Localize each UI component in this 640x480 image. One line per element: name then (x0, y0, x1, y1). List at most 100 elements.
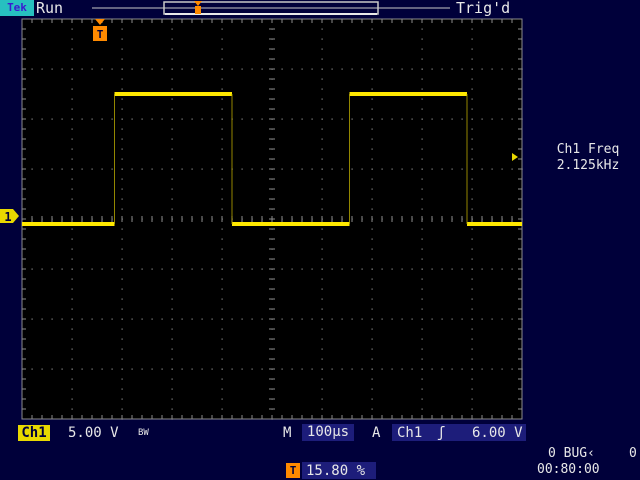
grid-dot (191, 318, 193, 320)
grid-dot (321, 208, 323, 210)
grid-dot (71, 108, 73, 110)
grid-dot (321, 308, 323, 310)
grid-dot (131, 318, 133, 320)
grid-dot (51, 268, 53, 270)
grid-dot (221, 128, 223, 130)
measurement-label[interactable]: Ch1 Freq (536, 142, 640, 158)
grid-dot (121, 268, 123, 270)
bandwidth-limit-mark: BW (138, 428, 149, 438)
grid-dot (441, 68, 443, 70)
grid-dot (171, 298, 173, 300)
trigger-position-value: 15.80 % (306, 463, 366, 479)
grid-dot (221, 408, 223, 410)
ch1-ground-marker[interactable]: 1 (0, 209, 19, 224)
grid-dot (221, 308, 223, 310)
grid-dot (321, 28, 323, 30)
grid-dot (211, 368, 213, 370)
grid-dot (221, 108, 223, 110)
grid-dot (71, 208, 73, 210)
grid-dot (71, 298, 73, 300)
grid-dot (421, 338, 423, 340)
grid-dot (131, 268, 133, 270)
grid-dot (371, 118, 373, 120)
grid-dot (321, 58, 323, 60)
grid-dot (211, 268, 213, 270)
grid-dot (511, 268, 513, 270)
grid-dot (421, 48, 423, 50)
grid-dot (91, 318, 93, 320)
grid-dot (431, 118, 433, 120)
grid-dot (421, 328, 423, 330)
grid-dot (211, 318, 213, 320)
grid-dot (161, 318, 163, 320)
grid-dot (221, 38, 223, 40)
grid-dot (31, 118, 33, 120)
grid-dot (451, 368, 453, 370)
grid-dot (471, 128, 473, 130)
grid-dot (351, 118, 353, 120)
grid-dot (251, 168, 253, 170)
grid-dot (71, 188, 73, 190)
grid-dot (71, 338, 73, 340)
grid-dot (101, 68, 103, 70)
grid-dot (71, 308, 73, 310)
ch1-badge[interactable]: Ch1 (18, 425, 50, 441)
grid-dot (151, 368, 153, 370)
grid-dot (221, 118, 223, 120)
grid-dot (291, 168, 293, 170)
timebase-value[interactable]: 100µs (302, 424, 354, 441)
grid-dot (471, 348, 473, 350)
grid-dot (491, 318, 493, 320)
grid-dot (121, 78, 123, 80)
grid-dot (391, 118, 393, 120)
grid-dot (71, 168, 73, 170)
grid-dot (471, 258, 473, 260)
acquisition-state: Run (36, 0, 64, 17)
grid-dot (321, 268, 323, 270)
grid-dot (421, 28, 423, 30)
grid-dot (421, 168, 423, 170)
grid-dot (421, 138, 423, 140)
grid-dot (471, 338, 473, 340)
grid-dot (421, 198, 423, 200)
grid-dot (261, 318, 263, 320)
grid-dot (71, 378, 73, 380)
grid-dot (121, 98, 123, 100)
grid-dot (51, 118, 53, 120)
grid-dot (371, 238, 373, 240)
grid-dot (71, 38, 73, 40)
grid-dot (381, 68, 383, 70)
grid-dot (121, 348, 123, 350)
grid-dot (441, 268, 443, 270)
grid-dot (131, 168, 133, 170)
grid-dot (371, 98, 373, 100)
rising-edge-icon: ʃ (437, 425, 446, 441)
grid-dot (321, 88, 323, 90)
grid-dot (221, 368, 223, 370)
grid-dot (421, 358, 423, 360)
grid-dot (191, 168, 193, 170)
grid-dot (371, 128, 373, 130)
grid-dot (71, 68, 73, 70)
grid-dot (171, 68, 173, 70)
status-counter-extra: 0 (629, 446, 637, 461)
grid-dot (421, 78, 423, 80)
grid-dot (221, 158, 223, 160)
grid-dot (111, 318, 113, 320)
grid-dot (431, 368, 433, 370)
grid-dot (321, 298, 323, 300)
grid-dot (141, 268, 143, 270)
grid-dot (71, 228, 73, 230)
grid-dot (471, 388, 473, 390)
grid-dot (101, 118, 103, 120)
grid-dot (501, 68, 503, 70)
grid-dot (411, 268, 413, 270)
grid-dot (81, 268, 83, 270)
status-counter: 0 BUG‹ (548, 446, 595, 461)
grid-dot (241, 68, 243, 70)
grid-dot (361, 68, 363, 70)
grid-dot (471, 228, 473, 230)
grid-dot (221, 138, 223, 140)
grid-dot (321, 238, 323, 240)
grid-dot (151, 268, 153, 270)
